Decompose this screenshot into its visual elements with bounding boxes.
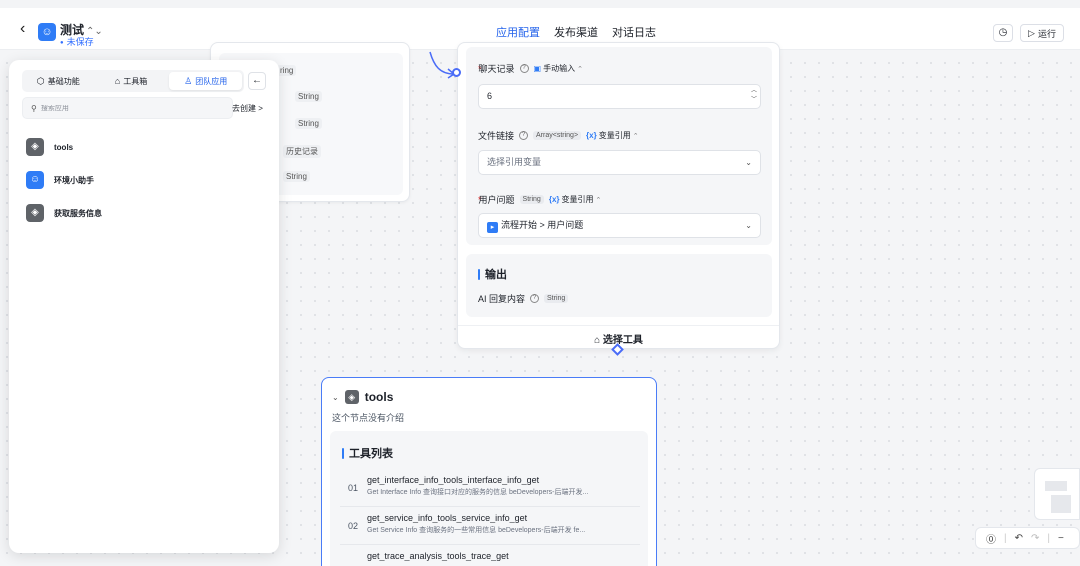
app-item-env-assistant[interactable]: ☺ 环境小助手 [26, 171, 94, 189]
output-section: 输出 AI 回复内容 ? String [466, 254, 772, 317]
arrow-left-icon[interactable]: ← [248, 72, 266, 90]
nav-publish-channel[interactable]: 发布渠道 [554, 24, 598, 40]
tab-team-apps[interactable]: ♙ 团队应用 [169, 72, 243, 90]
panel-tabs: ⬡ 基础功能 ⌂ 工具箱 ♙ 团队应用 [22, 70, 244, 92]
type-tag: ring [277, 65, 297, 76]
output-field: AI 回复内容 ? String [478, 292, 569, 305]
help-icon[interactable]: ? [519, 64, 529, 73]
stepper-icon[interactable]: ︿ ﹀ [751, 87, 757, 105]
chat-history-input[interactable]: 6 ︿ ﹀ [478, 84, 761, 109]
type-tag: String [295, 91, 322, 102]
run-button[interactable]: ▷ 运行 [1020, 24, 1064, 42]
llm-node[interactable]: *聊天记录 ? ▣ 手动输入 ⌃ 6 ︿ ﹀ 文件链接 ? Array<string>… [457, 42, 780, 349]
chevron-down-icon: ⌄ [745, 221, 752, 230]
tool-list-title: 工具列表 [342, 445, 393, 461]
tools-node[interactable]: ⌄ ◈ tools 这个节点没有介绍 工具列表 01 get_interface… [321, 377, 657, 566]
goto-create-link[interactable]: 去创建 > [232, 103, 263, 114]
tools-node-header: ⌄ ◈ tools [332, 390, 394, 404]
tool-list: 工具列表 01 get_interface_info_tools_interfa… [330, 431, 648, 566]
user-question-select[interactable]: ▸ 流程开始 > 用户问题 ⌄ [478, 213, 761, 238]
user-question-label: *用户问题 String {x} 变量引用 ⌃ [478, 194, 602, 205]
mode-select[interactable]: {x} 变量引用 ⌃ [549, 194, 602, 205]
toolbox-icon: ⌂ [594, 335, 601, 346]
tools-node-desc: 这个节点没有介绍 [332, 413, 405, 423]
tool-item[interactable]: 02 get_service_info_tools_service_info_g… [340, 511, 640, 545]
mode-select[interactable]: {x} 变量引用 ⌃ [586, 130, 639, 141]
back-arrow-icon[interactable]: ‹ [20, 21, 25, 37]
tool-app-icon: ◈ [26, 204, 44, 222]
tab-basic[interactable]: ⬡ 基础功能 [22, 70, 95, 92]
type-tag: String [295, 118, 322, 129]
chevron-down-icon: ⌄ [745, 158, 752, 167]
flow-edge [429, 51, 456, 79]
user-icon: ♙ [184, 75, 193, 86]
type-tag: Array<string> [533, 131, 582, 140]
robot-app-icon: ☺ [26, 171, 44, 189]
cube-icon: ⬡ [36, 75, 45, 86]
tool-item[interactable]: 01 get_interface_info_tools_interface_in… [340, 473, 640, 507]
type-tag: String [283, 171, 310, 182]
app-item-service-info[interactable]: ◈ 获取服务信息 [26, 204, 102, 222]
save-status: 未保存 [60, 35, 94, 48]
redo-icon[interactable]: ↷ [1031, 533, 1039, 544]
help-icon[interactable]: ? [530, 294, 540, 303]
top-nav: 应用配置 发布渠道 对话日志 [496, 24, 656, 40]
toolbox-icon: ⌂ [114, 76, 121, 86]
type-tag: String [519, 195, 544, 204]
chat-history-label: *聊天记录 ? ▣ 手动输入 ⌃ [478, 63, 583, 74]
variable-icon: {x} [548, 195, 560, 204]
type-tag: 历史记录 [283, 145, 321, 158]
zoom-out-icon[interactable]: − [1058, 533, 1064, 544]
tool-app-icon: ◈ [344, 390, 359, 404]
tool-app-icon: ◈ [26, 138, 44, 156]
file-link-select[interactable]: 选择引用变量 ⌄ [478, 150, 761, 175]
nav-app-config[interactable]: 应用配置 [496, 24, 540, 40]
history-clock-icon[interactable]: ◷ [993, 24, 1013, 42]
undo-icon[interactable]: ↶ [1015, 533, 1023, 544]
mode-select[interactable]: ▣ 手动输入 ⌃ [534, 63, 583, 74]
node-library-panel: ⬡基础功能 ⌂工具箱 ♙团队应用 ← ⚲ 去创建 > ◈ tools ☺ 环境小… [9, 60, 279, 553]
shortcut-icon[interactable]: ⓪ [986, 531, 996, 546]
tab-toolbox[interactable]: ⌂ 工具箱 [95, 70, 168, 92]
chevron-down-icon[interactable]: ⌄ [332, 393, 339, 402]
robot-app-icon: ☺ [38, 23, 56, 41]
variable-icon: {x} [586, 131, 597, 140]
app-item-tools[interactable]: ◈ tools [26, 138, 73, 156]
tool-item[interactable]: get_trace_analysis_tools_trace_get [340, 549, 640, 566]
input-handle[interactable] [452, 68, 461, 77]
search-input[interactable] [40, 104, 221, 112]
file-link-label: 文件链接 ? Array<string> {x} 变量引用 ⌃ [478, 130, 639, 141]
help-icon[interactable]: ? [519, 131, 529, 140]
nav-chat-log[interactable]: 对话日志 [612, 24, 656, 40]
flow-start-icon: ▸ [487, 222, 498, 233]
type-tag: String [544, 294, 569, 303]
play-icon: ▷ [1028, 27, 1035, 38]
search-icon: ⚲ [31, 103, 37, 113]
output-title: 输出 [478, 266, 507, 282]
canvas-controls: ⓪ | ↶ ↷ | − [975, 527, 1080, 549]
keyboard-icon: ▣ [533, 64, 542, 73]
minimap[interactable] [1034, 468, 1080, 520]
app-search: ⚲ [22, 97, 233, 119]
input-section: *聊天记录 ? ▣ 手动输入 ⌃ 6 ︿ ﹀ 文件链接 ? Array<string>… [466, 47, 772, 245]
